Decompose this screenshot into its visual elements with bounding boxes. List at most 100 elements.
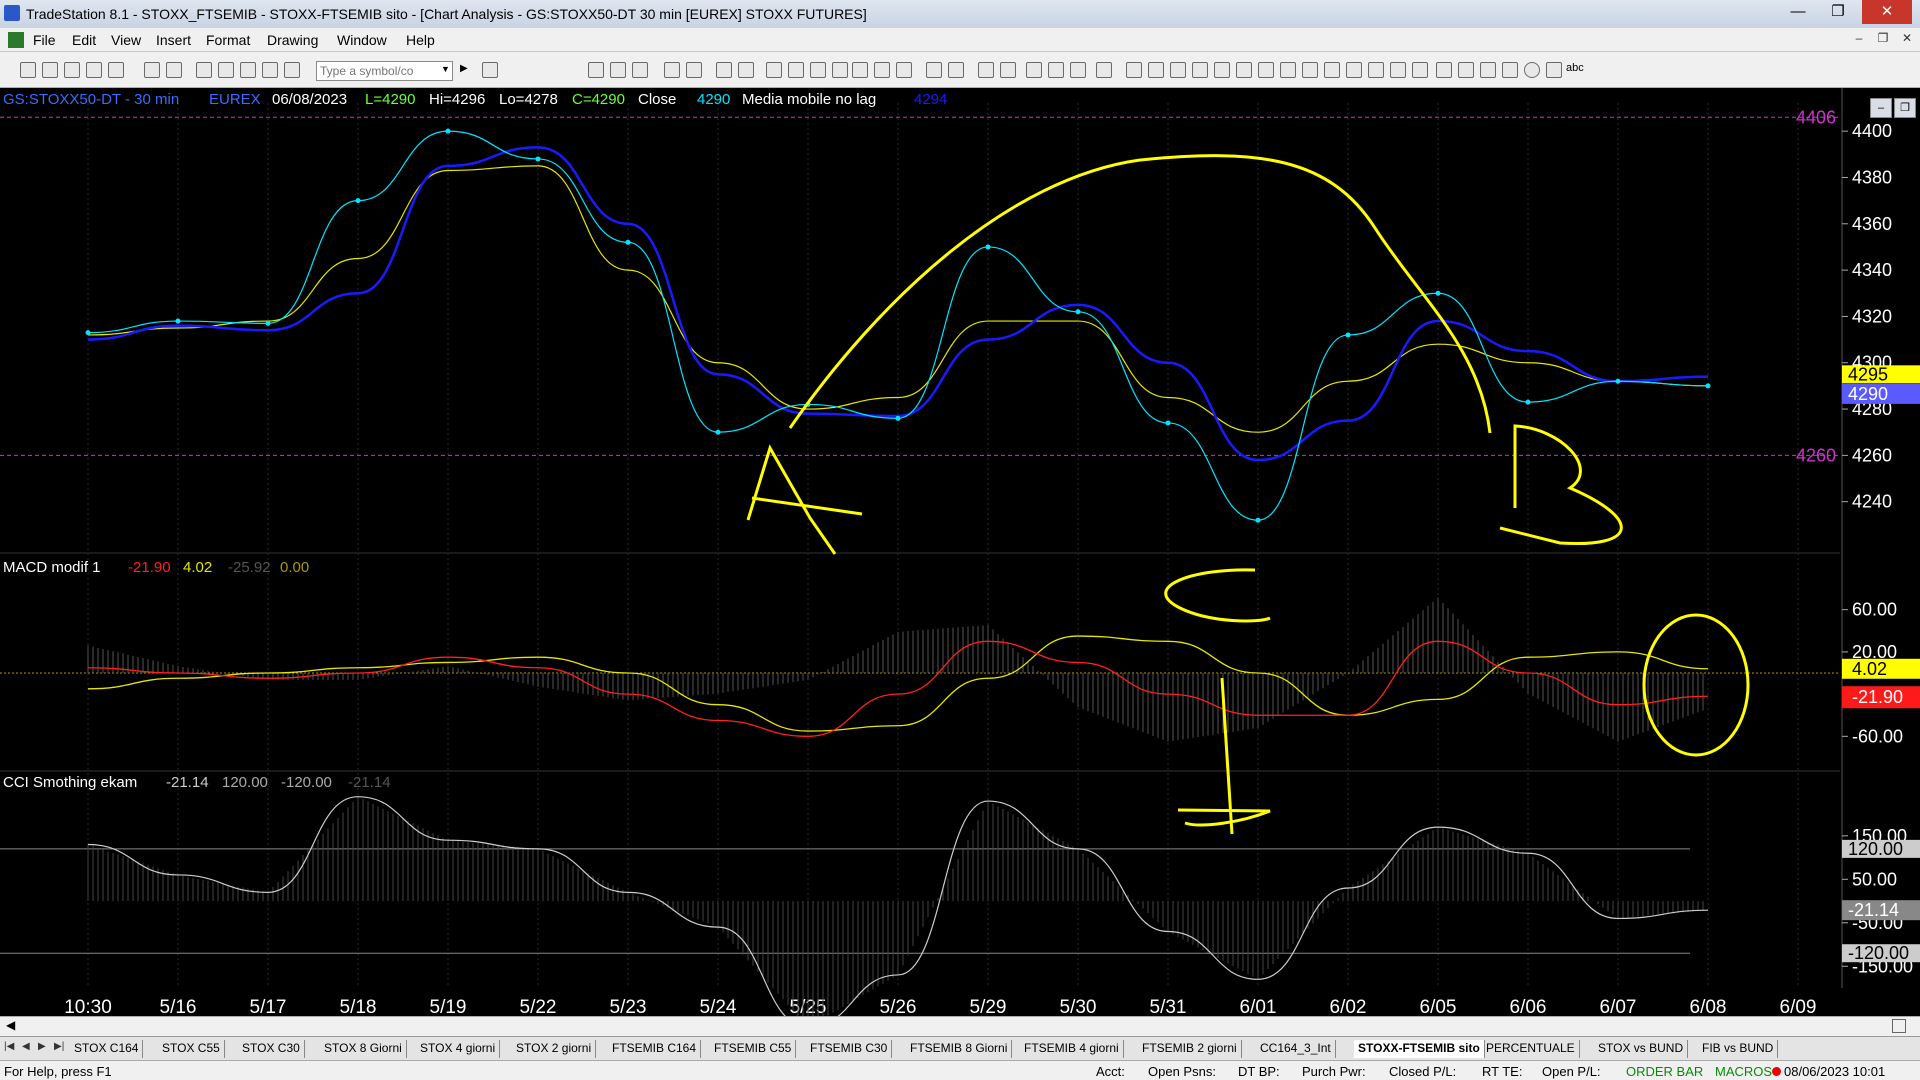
mdi-restore-button[interactable]: ❐ bbox=[1872, 31, 1894, 49]
horizontal-scrollbar[interactable]: ◀ bbox=[0, 1016, 1920, 1036]
regression-icon[interactable] bbox=[1258, 62, 1274, 78]
menu-view[interactable]: View bbox=[111, 32, 141, 48]
tab-nav-next-icon[interactable]: ▶ bbox=[38, 1041, 46, 1052]
lines-icon[interactable] bbox=[1170, 62, 1186, 78]
tab-cc164-3-int[interactable]: CC164_3_Int bbox=[1256, 1040, 1336, 1058]
save-all-icon[interactable] bbox=[144, 62, 160, 78]
mdi-minimize-button[interactable]: – bbox=[1848, 31, 1870, 49]
tab-ftsemib-c55[interactable]: FTSEMIB C55 bbox=[710, 1040, 797, 1058]
format-window-icon[interactable] bbox=[588, 62, 604, 78]
dot-chart-icon[interactable] bbox=[832, 62, 848, 78]
menu-help[interactable]: Help bbox=[406, 32, 435, 48]
subwindow-minimize-button[interactable]: – bbox=[1870, 98, 1892, 118]
tab-percentuale[interactable]: PERCENTUALE bbox=[1482, 1040, 1580, 1058]
new-workspace-icon[interactable] bbox=[86, 62, 102, 78]
symbol-input[interactable] bbox=[316, 61, 453, 81]
tab-stox-c164[interactable]: STOX C164 bbox=[70, 1040, 144, 1058]
arrow-up-icon[interactable] bbox=[1502, 62, 1518, 78]
andrews-pitchfork-icon[interactable] bbox=[1280, 62, 1296, 78]
tab-ftsemib-2-giorni[interactable]: FTSEMIB 2 giorni bbox=[1138, 1040, 1242, 1058]
tab-ftsemib-8-giorni[interactable]: FTSEMIB 8 Giorni bbox=[906, 1040, 1013, 1058]
mdi-close-button[interactable]: ✕ bbox=[1896, 31, 1918, 49]
channel-icon[interactable] bbox=[1324, 62, 1340, 78]
symbol-lookup-icon[interactable] bbox=[482, 62, 498, 78]
fib-fan-icon[interactable] bbox=[1236, 62, 1252, 78]
tab-stox-c30[interactable]: STOX C30 bbox=[238, 1040, 305, 1058]
tools-icon[interactable] bbox=[1026, 62, 1042, 78]
open-icon[interactable] bbox=[42, 62, 58, 78]
rectangle-icon[interactable] bbox=[1546, 62, 1562, 78]
fib-retrace-icon[interactable] bbox=[1192, 62, 1208, 78]
data-window-icon[interactable] bbox=[632, 62, 648, 78]
tab-stox-vs-bund[interactable]: STOX vs BUND bbox=[1594, 1040, 1689, 1058]
disabled-icon[interactable] bbox=[1096, 62, 1112, 78]
save-icon[interactable] bbox=[108, 62, 124, 78]
scroll-right-icon[interactable] bbox=[874, 62, 890, 78]
line-chart-icon[interactable] bbox=[788, 62, 804, 78]
scroll-thumb[interactable] bbox=[1892, 1019, 1906, 1033]
arrow-down-icon[interactable] bbox=[1480, 62, 1496, 78]
tab-stox-2-giorni[interactable]: STOX 2 giorni bbox=[512, 1040, 597, 1058]
tab-stox-c55[interactable]: STOX C55 bbox=[158, 1040, 225, 1058]
curve-icon[interactable] bbox=[1436, 62, 1452, 78]
settings-icon[interactable] bbox=[1070, 62, 1086, 78]
menu-edit[interactable]: Edit bbox=[72, 32, 96, 48]
pointer-icon[interactable] bbox=[978, 62, 994, 78]
menu-file[interactable]: File bbox=[33, 32, 56, 48]
subwindow-restore-button[interactable]: ❐ bbox=[1894, 98, 1916, 118]
freehand-icon[interactable] bbox=[1412, 62, 1428, 78]
print-icon[interactable] bbox=[166, 62, 182, 78]
tab-stox-8-giorni[interactable]: STOX 8 Giorni bbox=[320, 1040, 407, 1058]
horizontal-line-icon[interactable] bbox=[1368, 62, 1384, 78]
zoom-in-icon[interactable] bbox=[926, 62, 942, 78]
tab-stoxx-ftsemib-sito[interactable]: STOXX-FTSEMIB sito bbox=[1354, 1040, 1485, 1058]
menu-window[interactable]: Window bbox=[337, 32, 387, 48]
format-symbol-icon[interactable] bbox=[716, 62, 732, 78]
maximize-button[interactable]: ❐ bbox=[1816, 0, 1860, 24]
fib-arc-icon[interactable] bbox=[1214, 62, 1230, 78]
open-workspace-icon[interactable] bbox=[64, 62, 80, 78]
format-study-icon[interactable] bbox=[738, 62, 754, 78]
chart-area[interactable]: 10:30 5/16 5/17 5/18 5/19 5/22 5/23 5/24 5/25 5/2… bbox=[0, 88, 1920, 1016]
zoom-out-icon[interactable] bbox=[948, 62, 964, 78]
arrow-icon[interactable] bbox=[1458, 62, 1474, 78]
calculator-icon[interactable] bbox=[262, 62, 278, 78]
tab-fib-vs-bund[interactable]: FIB vs BUND bbox=[1698, 1040, 1779, 1058]
bar-chart-icon[interactable] bbox=[766, 62, 782, 78]
insert-study-icon[interactable] bbox=[664, 62, 680, 78]
order-bar-button[interactable]: ORDER BAR bbox=[1626, 1064, 1703, 1079]
copy-icon[interactable] bbox=[196, 62, 212, 78]
tab-ftsemib-c30[interactable]: FTSEMIB C30 bbox=[806, 1040, 893, 1058]
lock-icon[interactable] bbox=[240, 62, 256, 78]
chart-window-icon[interactable] bbox=[8, 32, 24, 48]
scroll-left-arrow-icon[interactable]: ◀ bbox=[6, 1018, 15, 1032]
tab-ftsemib-4-giorni[interactable]: FTSEMIB 4 giorni bbox=[1020, 1040, 1124, 1058]
menu-insert[interactable]: Insert bbox=[156, 32, 191, 48]
globe-icon[interactable] bbox=[284, 62, 300, 78]
paste-icon[interactable] bbox=[218, 62, 234, 78]
gann-fan-icon[interactable] bbox=[1346, 62, 1362, 78]
symbol-dropdown-icon[interactable]: ▼ bbox=[441, 64, 450, 74]
minimize-button[interactable]: — bbox=[1776, 0, 1820, 24]
data-tip-icon[interactable] bbox=[1000, 62, 1016, 78]
text-tool-icon[interactable]: abc bbox=[1566, 62, 1584, 74]
scroll-left-icon[interactable] bbox=[896, 62, 912, 78]
layout-icon[interactable] bbox=[1048, 62, 1064, 78]
menu-format[interactable]: Format bbox=[206, 32, 250, 48]
tab-stox-4-giorni[interactable]: STOX 4 giorni bbox=[416, 1040, 501, 1058]
ellipse-icon[interactable] bbox=[1524, 62, 1540, 78]
chart-style-icon[interactable] bbox=[610, 62, 626, 78]
close-button[interactable]: ✕ bbox=[1862, 0, 1912, 24]
trendline-icon[interactable] bbox=[1126, 62, 1142, 78]
new-icon[interactable] bbox=[20, 62, 36, 78]
go-arrow-icon[interactable]: ▶ bbox=[460, 63, 468, 74]
chart-canvas[interactable]: 10:30 5/16 5/17 5/18 5/19 5/22 5/23 5/24 5/25 5/2… bbox=[0, 88, 1920, 1016]
tab-nav-first-icon[interactable]: |◀ bbox=[4, 1041, 14, 1052]
menu-drawing[interactable]: Drawing bbox=[267, 32, 318, 48]
candle-chart-icon[interactable] bbox=[810, 62, 826, 78]
tab-ftsemib-c164[interactable]: FTSEMIB C164 bbox=[608, 1040, 702, 1058]
ohlc-chart-icon[interactable] bbox=[852, 62, 868, 78]
insert-strategy-icon[interactable] bbox=[686, 62, 702, 78]
fib-time-icon[interactable] bbox=[1390, 62, 1406, 78]
macros-button[interactable]: MACROS bbox=[1715, 1064, 1772, 1079]
